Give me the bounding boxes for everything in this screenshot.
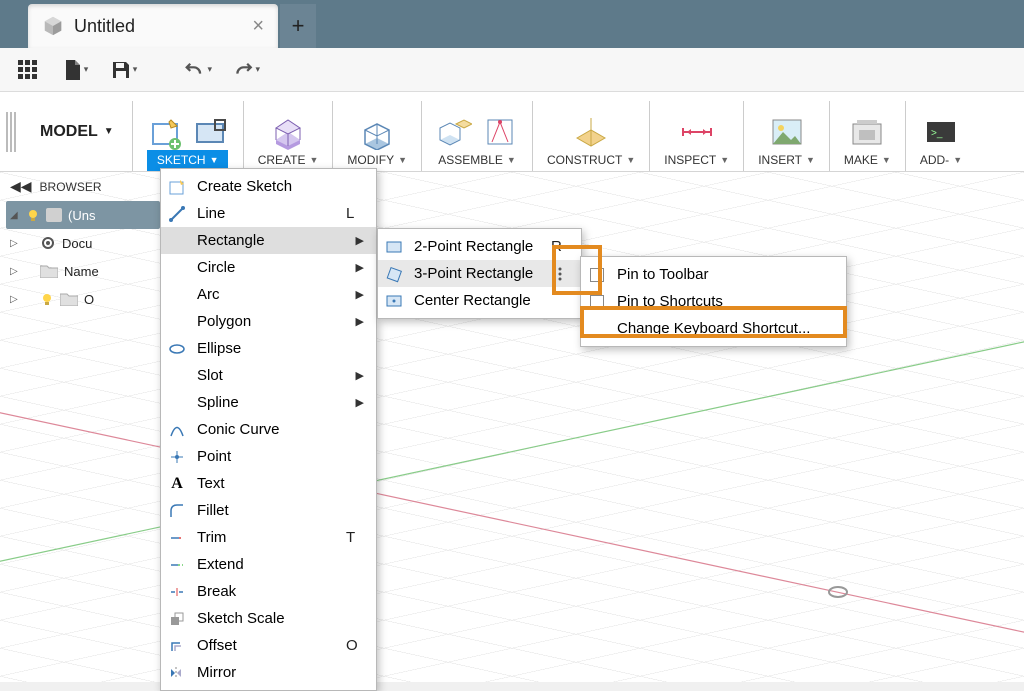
menu-trim[interactable]: TrimT bbox=[161, 524, 376, 551]
inspect-icon[interactable] bbox=[679, 114, 715, 150]
tree-root[interactable]: ◢ (Uns bbox=[6, 201, 160, 229]
group-label-addins[interactable]: ADD- bbox=[910, 150, 972, 171]
tab-title: Untitled bbox=[74, 16, 242, 37]
construct-icon[interactable] bbox=[573, 114, 609, 150]
menu-spline[interactable]: Spline▶ bbox=[161, 389, 376, 416]
folder-icon bbox=[60, 292, 78, 306]
group-label-inspect[interactable]: INSPECT bbox=[654, 150, 739, 171]
undo-button[interactable] bbox=[184, 56, 212, 84]
insert-icon[interactable] bbox=[769, 114, 805, 150]
modify-icon[interactable] bbox=[359, 114, 395, 150]
ribbon-group-insert[interactable]: INSERT bbox=[748, 108, 825, 171]
svg-text:>_: >_ bbox=[931, 128, 943, 139]
collapse-icon[interactable]: ◀◀ bbox=[10, 178, 32, 195]
menu-circle[interactable]: Circle▶ bbox=[161, 254, 376, 281]
folder-icon bbox=[40, 264, 58, 278]
tree-label: Docu bbox=[62, 236, 92, 251]
kebab-icon[interactable] bbox=[558, 267, 562, 281]
ribbon-group-construct[interactable]: CONSTRUCT bbox=[537, 108, 645, 171]
create-icon[interactable] bbox=[270, 114, 306, 150]
grid-icon[interactable] bbox=[14, 56, 42, 84]
ribbon-group-create[interactable]: CREATE bbox=[248, 108, 329, 171]
ctx-pin-shortcuts[interactable]: Pin to Shortcuts bbox=[581, 288, 846, 315]
menu-create-sketch[interactable]: Create Sketch bbox=[161, 173, 376, 200]
document-tab[interactable]: Untitled × bbox=[28, 4, 278, 48]
context-menu: Pin to Toolbar Pin to Shortcuts Change K… bbox=[580, 256, 847, 347]
menu-ellipse[interactable]: Ellipse bbox=[161, 335, 376, 362]
menu-break[interactable]: Break bbox=[161, 578, 376, 605]
bulb-icon bbox=[40, 292, 54, 306]
cube-icon bbox=[42, 15, 64, 37]
browser-title: BROWSER bbox=[40, 180, 102, 194]
group-label-assemble[interactable]: ASSEMBLE bbox=[428, 150, 526, 171]
redo-button[interactable] bbox=[232, 56, 260, 84]
tree-item-documents[interactable]: ▷ Docu bbox=[6, 229, 160, 257]
workspace-label: MODEL bbox=[40, 123, 98, 141]
ribbon: MODEL SKETCH CREATE MODIFY ASSEMBLE CONS… bbox=[0, 92, 1024, 172]
ribbon-group-sketch[interactable]: SKETCH bbox=[137, 108, 239, 171]
ribbon-group-make[interactable]: MAKE bbox=[834, 108, 901, 171]
menu-line[interactable]: LineL bbox=[161, 200, 376, 227]
close-tab-icon[interactable]: × bbox=[252, 15, 264, 38]
ribbon-group-addins[interactable]: >_ ADD- bbox=[910, 108, 972, 171]
menu-3pt-rect[interactable]: 3-Point Rectangle bbox=[378, 260, 581, 287]
tree-item-origin[interactable]: ▷ O bbox=[6, 285, 160, 313]
tree-label: Name bbox=[64, 264, 99, 279]
tree-label: O bbox=[84, 292, 94, 307]
menu-fillet[interactable]: Fillet bbox=[161, 497, 376, 524]
new-tab-button[interactable]: + bbox=[280, 4, 316, 48]
menu-center-rect[interactable]: Center Rectangle bbox=[378, 287, 581, 314]
sketch-menu: Create Sketch LineL Rectangle▶ Circle▶ A… bbox=[160, 168, 377, 691]
gear-icon bbox=[40, 235, 56, 251]
title-bar: Untitled × + bbox=[0, 0, 1024, 48]
ctx-pin-toolbar[interactable]: Pin to Toolbar bbox=[581, 261, 846, 288]
checkbox-icon[interactable] bbox=[590, 268, 604, 282]
save-button[interactable] bbox=[110, 56, 138, 84]
joint-icon[interactable] bbox=[482, 114, 518, 150]
make-icon[interactable] bbox=[849, 114, 885, 150]
menu-polygon[interactable]: Polygon▶ bbox=[161, 308, 376, 335]
menu-arc[interactable]: Arc▶ bbox=[161, 281, 376, 308]
tree-item-named[interactable]: ▷ Name bbox=[6, 257, 160, 285]
group-label-insert[interactable]: INSERT bbox=[748, 150, 825, 171]
menu-2pt-rect[interactable]: 2-Point RectangleR bbox=[378, 233, 581, 260]
assemble-icon[interactable] bbox=[436, 114, 472, 150]
workspace-switch[interactable]: MODEL bbox=[26, 115, 128, 149]
browser-header[interactable]: ◀◀ BROWSER bbox=[0, 172, 160, 201]
ribbon-group-assemble[interactable]: ASSEMBLE bbox=[426, 108, 528, 171]
addins-icon[interactable]: >_ bbox=[923, 114, 959, 150]
group-label-make[interactable]: MAKE bbox=[834, 150, 901, 171]
checkbox-icon[interactable] bbox=[590, 295, 604, 309]
menu-extend[interactable]: Extend bbox=[161, 551, 376, 578]
menu-rectangle[interactable]: Rectangle▶ bbox=[161, 227, 376, 254]
menu-offset[interactable]: OffsetO bbox=[161, 632, 376, 659]
browser-panel: ◀◀ BROWSER ◢ (Uns ▷ Docu ▷ Name ▷ O bbox=[0, 172, 160, 313]
group-label-construct[interactable]: CONSTRUCT bbox=[537, 150, 645, 171]
sketch2-icon[interactable] bbox=[193, 114, 229, 150]
file-button[interactable] bbox=[62, 56, 90, 84]
bulb-icon bbox=[26, 208, 40, 222]
quick-toolbar bbox=[0, 48, 1024, 92]
ribbon-grip[interactable] bbox=[6, 112, 16, 152]
menu-point[interactable]: Point bbox=[161, 443, 376, 470]
ribbon-group-inspect[interactable]: INSPECT bbox=[654, 108, 739, 171]
menu-scale[interactable]: Sketch Scale bbox=[161, 605, 376, 632]
menu-conic[interactable]: Conic Curve bbox=[161, 416, 376, 443]
ribbon-group-modify[interactable]: MODIFY bbox=[337, 108, 417, 171]
ctx-change-shortcut[interactable]: Change Keyboard Shortcut... bbox=[581, 315, 846, 342]
sketch-icon[interactable] bbox=[147, 114, 183, 150]
tree-label: (Uns bbox=[68, 208, 95, 223]
menu-text[interactable]: AText bbox=[161, 470, 376, 497]
component-icon bbox=[46, 208, 62, 222]
rectangle-submenu: 2-Point RectangleR 3-Point Rectangle Cen… bbox=[377, 228, 582, 319]
menu-slot[interactable]: Slot▶ bbox=[161, 362, 376, 389]
